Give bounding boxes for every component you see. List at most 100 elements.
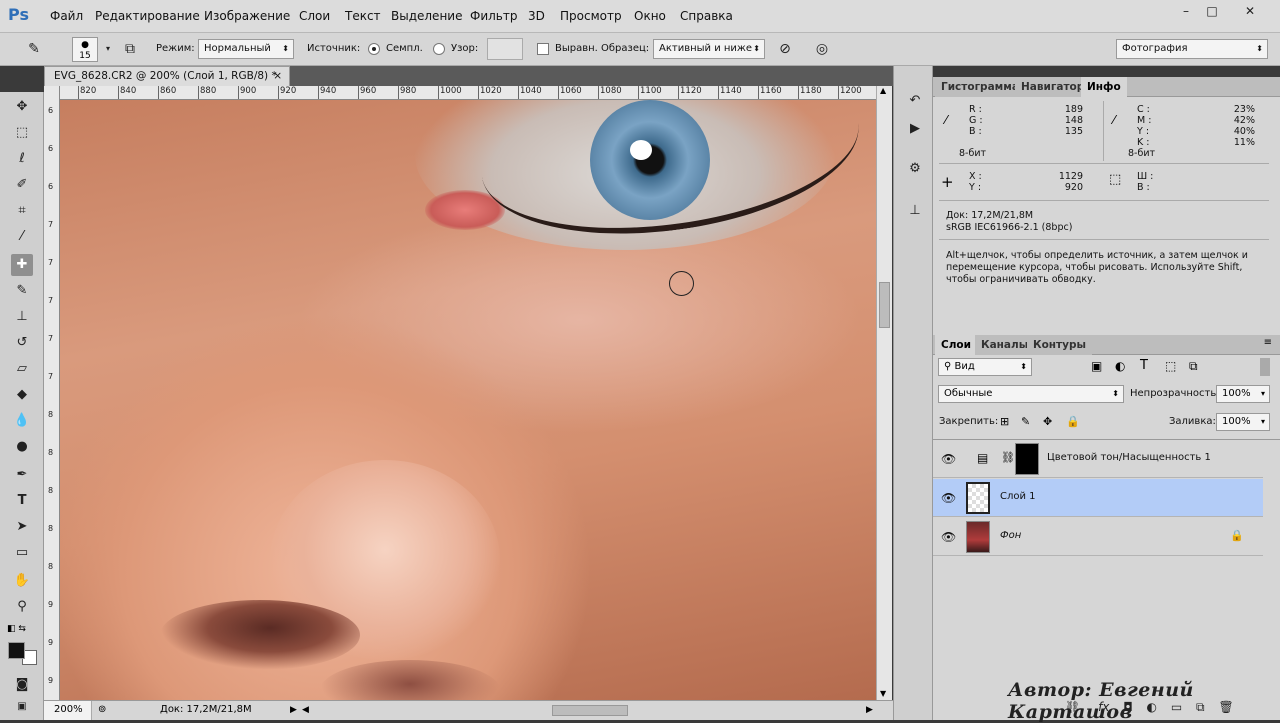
filter-pixel-icon[interactable]: ▣ — [1091, 359, 1102, 373]
menu-edit[interactable]: Редактирование — [95, 9, 200, 23]
menu-3d[interactable]: 3D — [528, 9, 545, 23]
new-group-icon[interactable]: ▭ — [1171, 700, 1182, 714]
scroll-down-icon[interactable]: ▼ — [880, 689, 886, 698]
dodge-tool-icon[interactable]: ● — [11, 436, 33, 458]
layer-name[interactable]: Фон — [1000, 530, 1021, 541]
tab-histogram[interactable]: Гистограмма — [935, 77, 1025, 97]
status-arrow-icon[interactable]: ▶ — [290, 701, 297, 719]
zoom-tool-icon[interactable]: ⚲ — [11, 596, 33, 618]
menu-view[interactable]: Просмотр — [560, 9, 622, 23]
fx-icon[interactable]: fx — [1098, 700, 1109, 714]
horizontal-scroll-thumb[interactable] — [552, 705, 628, 716]
menu-file[interactable]: Файл — [50, 9, 83, 23]
lock-pixels-icon[interactable]: ✎ — [1021, 415, 1030, 428]
minimize-button[interactable]: – — [1178, 4, 1194, 18]
pattern-picker[interactable] — [487, 38, 523, 60]
close-window-button[interactable]: ✕ — [1242, 4, 1258, 18]
blur-tool-icon[interactable]: 💧 — [11, 410, 33, 432]
layer-thumbnail[interactable] — [966, 521, 990, 553]
new-layer-icon[interactable]: ⧉ — [1196, 700, 1205, 714]
menu-text[interactable]: Текст — [345, 9, 381, 23]
workspace-select[interactable]: Фотография ⬍ — [1116, 39, 1268, 59]
sample-select[interactable]: Активный и ниже ⬍ — [653, 39, 765, 59]
lock-all-icon[interactable]: 🔒 — [1066, 415, 1080, 428]
layer-name[interactable]: Цветовой тон/Насыщенность 1 — [1047, 452, 1211, 463]
tab-paths[interactable]: Контуры — [1027, 335, 1092, 355]
layer-row-background[interactable]: 👁 Фон 🔒 — [933, 518, 1263, 556]
layer-filter-select[interactable]: ⚲ Вид ⬍ — [938, 358, 1032, 376]
move-tool-icon[interactable]: ✥ — [11, 96, 33, 118]
properties-panel-icon[interactable]: ⚙ — [904, 158, 926, 180]
layer-name[interactable]: Слой 1 — [1000, 491, 1036, 502]
filter-toggle[interactable] — [1260, 358, 1270, 376]
brush-tool-icon[interactable]: ✎ — [11, 280, 33, 302]
fill-field[interactable]: 100% ▾ — [1216, 413, 1270, 431]
default-colors-icon[interactable]: ◧ ⇆ — [7, 624, 26, 634]
visibility-eye-icon[interactable]: 👁 — [941, 452, 956, 466]
add-mask-icon[interactable]: ◘ — [1123, 700, 1133, 714]
filter-adjustment-icon[interactable]: ◐ — [1115, 359, 1125, 373]
document-tab[interactable]: EVG_8628.CR2 @ 200% (Слой 1, RGB/8) * × — [44, 66, 290, 86]
filter-smart-object-icon[interactable]: ⧉ — [1189, 359, 1198, 374]
quick-selection-tool-icon[interactable]: ✐ — [11, 174, 33, 196]
tab-layers[interactable]: Слои — [935, 335, 977, 355]
rectangle-tool-icon[interactable]: ▭ — [11, 542, 33, 564]
layer-row-hue-saturation[interactable]: 👁 ▤ ⛓ Цветовой тон/Насыщенность 1 — [933, 440, 1263, 478]
lasso-tool-icon[interactable]: ℓ — [11, 148, 33, 170]
scroll-left-icon[interactable]: ◀ — [302, 701, 309, 719]
layer-thumbnail[interactable] — [966, 482, 990, 514]
menu-window[interactable]: Окно — [634, 9, 666, 23]
eraser-tool-icon[interactable]: ▱ — [11, 358, 33, 380]
history-panel-icon[interactable]: ↶ — [904, 90, 926, 112]
clone-source-panel-icon[interactable]: ⊥ — [904, 200, 926, 222]
status-menu-icon[interactable]: ⊚ — [98, 701, 106, 719]
tab-channels[interactable]: Каналы — [975, 335, 1035, 355]
opacity-field[interactable]: 100% ▾ — [1216, 385, 1270, 403]
healing-brush-tool-icon[interactable]: ✚ — [11, 254, 33, 276]
vertical-scroll-thumb[interactable] — [879, 282, 890, 328]
mode-select[interactable]: Нормальный ⬍ — [198, 39, 294, 59]
layer-mask-thumbnail[interactable] — [1015, 443, 1039, 475]
crop-tool-icon[interactable]: ⌗ — [11, 200, 33, 222]
eyedropper-tool-icon[interactable]: ⁄ — [11, 226, 33, 248]
screen-mode-icon[interactable]: ▣ — [11, 696, 33, 718]
visibility-eye-icon[interactable]: 👁 — [941, 530, 956, 544]
filter-shape-icon[interactable]: ⬚ — [1165, 359, 1176, 373]
healing-brush-preset-icon[interactable]: ✎ — [24, 39, 44, 59]
hand-tool-icon[interactable]: ✋ — [11, 570, 33, 592]
source-sampled-radio[interactable] — [368, 43, 380, 55]
paint-bucket-tool-icon[interactable]: ◆ — [11, 384, 33, 406]
path-selection-tool-icon[interactable]: ➤ — [11, 516, 33, 538]
tab-navigator[interactable]: Навигатор — [1015, 77, 1091, 97]
delete-layer-icon[interactable]: 🗑 — [1218, 700, 1233, 714]
zoom-field[interactable]: 200% — [44, 701, 92, 720]
menu-layers[interactable]: Слои — [299, 9, 330, 23]
type-tool-icon[interactable]: T — [11, 490, 33, 512]
foreground-color-swatch[interactable] — [8, 642, 25, 659]
brush-panel-icon[interactable]: ⧉ — [120, 39, 140, 59]
maximize-button[interactable]: □ — [1204, 4, 1220, 18]
clone-stamp-tool-icon[interactable]: ⊥ — [11, 306, 33, 328]
panel-menu-icon[interactable]: ≡ — [1264, 337, 1272, 348]
menu-select[interactable]: Выделение — [391, 9, 462, 23]
link-layers-icon[interactable]: ⛓ — [1065, 700, 1080, 714]
marquee-tool-icon[interactable]: ⬚ — [11, 122, 33, 144]
source-pattern-radio[interactable] — [433, 43, 445, 55]
brush-size-picker[interactable]: ● 15 — [72, 37, 98, 62]
history-brush-tool-icon[interactable]: ↺ — [11, 332, 33, 354]
actions-panel-icon[interactable]: ▶ — [904, 118, 926, 140]
scroll-up-icon[interactable]: ▲ — [880, 86, 886, 95]
link-icon[interactable]: ⛓ — [1001, 451, 1015, 464]
aligned-checkbox[interactable] — [537, 43, 549, 55]
quick-mask-icon[interactable]: ◙ — [11, 674, 33, 696]
new-adjustment-icon[interactable]: ◐ — [1147, 700, 1157, 714]
visibility-eye-icon[interactable]: 👁 — [941, 491, 956, 505]
ignore-adjustment-layers-icon[interactable]: ⊘ — [775, 39, 795, 59]
lock-transparency-icon[interactable]: ⊞ — [1000, 415, 1009, 428]
blend-mode-select[interactable]: Обычные ⬍ — [938, 385, 1124, 403]
lock-position-icon[interactable]: ✥ — [1043, 415, 1052, 428]
menu-image[interactable]: Изображение — [204, 9, 290, 23]
vertical-scrollbar[interactable]: ▲ ▼ — [876, 86, 892, 700]
brush-dropdown-arrow-icon[interactable]: ▾ — [98, 39, 118, 59]
layer-row-layer-1[interactable]: 👁 Слой 1 — [933, 479, 1263, 517]
